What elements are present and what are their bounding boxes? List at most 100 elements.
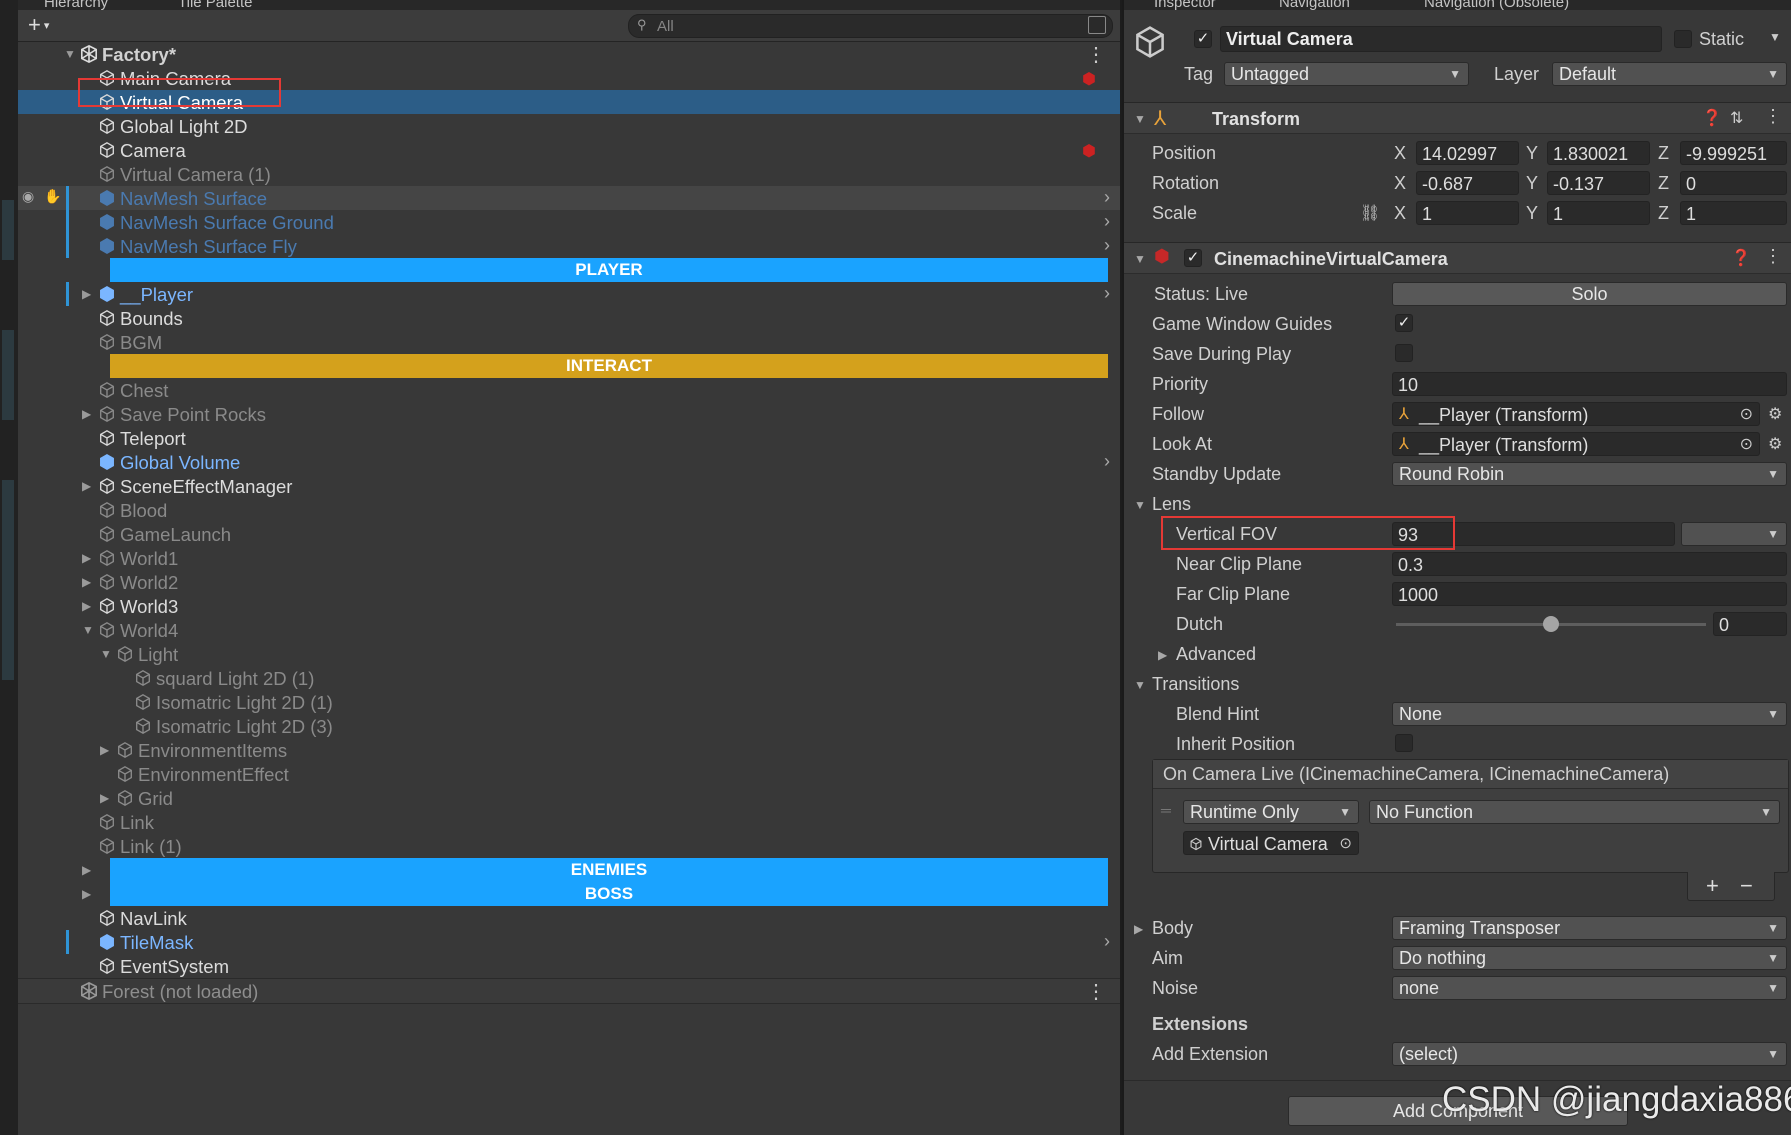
hierarchy-item[interactable]: Bounds bbox=[18, 306, 1120, 330]
hierarchy-item[interactable]: ▶ Grid bbox=[18, 786, 1120, 810]
hierarchy-item[interactable]: Global Volume › bbox=[18, 450, 1120, 474]
object-picker-icon[interactable]: ⊙ bbox=[1740, 433, 1753, 455]
game-window-guides-checkbox[interactable]: ✓ bbox=[1395, 314, 1413, 332]
collapse-arrow-icon[interactable]: ▼ bbox=[82, 623, 94, 637]
add-extension-dropdown[interactable]: (select) ▼ bbox=[1392, 1042, 1787, 1066]
expand-arrow-icon[interactable]: ▶ bbox=[82, 599, 91, 613]
tab-navigation-obsolete[interactable]: Navigation (Obsolete) bbox=[1424, 0, 1569, 10]
hierarchy-item[interactable]: Camera ⬢ bbox=[18, 138, 1120, 162]
save-during-play-checkbox[interactable] bbox=[1395, 344, 1413, 362]
layer-dropdown[interactable]: Default ▼ bbox=[1552, 62, 1787, 86]
far-clip-field[interactable]: 1000 bbox=[1392, 582, 1787, 606]
component-menu-icon[interactable]: ⋮ bbox=[1764, 106, 1782, 127]
scale-link-icon[interactable]: ⛓ bbox=[1360, 203, 1380, 223]
hierarchy-item[interactable]: EnvironmentEffect bbox=[18, 762, 1120, 786]
collapse-arrow-icon[interactable]: ▼ bbox=[1134, 252, 1146, 266]
hierarchy-item[interactable]: ▼ Light bbox=[18, 642, 1120, 666]
pickable-hand-icon[interactable]: ✋ bbox=[44, 188, 61, 205]
hierarchy-item[interactable]: ▶ World1 bbox=[18, 546, 1120, 570]
hierarchy-item[interactable]: ▼ World4 bbox=[18, 618, 1120, 642]
hierarchy-item[interactable]: Virtual Camera (1) bbox=[18, 162, 1120, 186]
advanced-label[interactable]: Advanced bbox=[1176, 644, 1256, 665]
body-dropdown[interactable]: Framing Transposer ▼ bbox=[1392, 916, 1787, 940]
tab-navigation[interactable]: Navigation bbox=[1279, 0, 1350, 10]
open-prefab-chevron-icon[interactable]: › bbox=[1104, 235, 1110, 256]
add-object-button[interactable]: + ▾ bbox=[28, 12, 49, 38]
expand-arrow-icon[interactable]: ▶ bbox=[82, 575, 91, 589]
scene-header-factory[interactable]: ▼ Factory* ⋮ bbox=[18, 42, 1120, 66]
hierarchy-search-input[interactable]: ⚲ All bbox=[628, 14, 1113, 38]
tab-tile-palette[interactable]: Tile Palette bbox=[178, 0, 252, 10]
scale-x-field[interactable]: 1 bbox=[1416, 201, 1519, 225]
separator-row[interactable]: ▶ ENEMIES bbox=[18, 858, 1120, 882]
standby-update-dropdown[interactable]: Round Robin ▼ bbox=[1392, 462, 1787, 486]
follow-field[interactable]: ⅄ __Player (Transform) ⊙ bbox=[1392, 402, 1760, 426]
separator-row[interactable]: INTERACT bbox=[18, 354, 1120, 378]
solo-button[interactable]: Solo bbox=[1392, 282, 1787, 306]
static-dropdown-icon[interactable]: ▼ bbox=[1769, 30, 1781, 44]
hierarchy-item[interactable]: Chest bbox=[18, 378, 1120, 402]
position-y-field[interactable]: 1.830021 bbox=[1547, 141, 1650, 165]
add-event-button[interactable]: + bbox=[1706, 873, 1719, 899]
hierarchy-item[interactable]: Isomatric Light 2D (3) bbox=[18, 714, 1120, 738]
help-icon[interactable]: ❓ bbox=[1702, 108, 1722, 128]
tab-inspector[interactable]: Inspector bbox=[1154, 0, 1216, 10]
hierarchy-item[interactable]: ▶ World2 bbox=[18, 570, 1120, 594]
hierarchy-item[interactable]: NavMesh Surface Fly › bbox=[18, 234, 1120, 258]
tab-hierarchy[interactable]: Hierarchy bbox=[44, 0, 108, 10]
body-label[interactable]: Body bbox=[1152, 918, 1193, 939]
position-z-field[interactable]: -9.999251 bbox=[1680, 141, 1787, 165]
open-prefab-chevron-icon[interactable]: › bbox=[1104, 283, 1110, 304]
expand-arrow-icon[interactable]: ▶ bbox=[82, 551, 91, 565]
hierarchy-item[interactable]: BGM bbox=[18, 330, 1120, 354]
dutch-field[interactable]: 0 bbox=[1713, 612, 1787, 636]
open-prefab-chevron-icon[interactable]: › bbox=[1104, 211, 1110, 232]
scene-menu-icon[interactable]: ⋮ bbox=[1086, 979, 1106, 1004]
object-picker-icon[interactable]: ⊙ bbox=[1740, 403, 1753, 425]
open-prefab-chevron-icon[interactable]: › bbox=[1104, 187, 1110, 208]
remove-event-button[interactable]: − bbox=[1740, 873, 1753, 899]
inherit-position-checkbox[interactable] bbox=[1395, 734, 1413, 752]
scale-y-field[interactable]: 1 bbox=[1547, 201, 1650, 225]
fov-preset-dropdown[interactable]: ▼ bbox=[1681, 522, 1787, 546]
object-picker-icon[interactable]: ⊙ bbox=[1339, 832, 1352, 854]
rotation-x-field[interactable]: -0.687 bbox=[1416, 171, 1519, 195]
lens-foldout-arrow-icon[interactable]: ▼ bbox=[1134, 498, 1146, 512]
collapse-arrow-icon[interactable]: ▼ bbox=[1134, 112, 1146, 126]
expand-arrow-icon[interactable]: ▶ bbox=[82, 863, 91, 877]
expand-arrow-icon[interactable]: ▶ bbox=[82, 407, 91, 421]
lens-label[interactable]: Lens bbox=[1152, 494, 1191, 515]
body-foldout-arrow-icon[interactable]: ▶ bbox=[1134, 922, 1143, 936]
hierarchy-item[interactable]: Link bbox=[18, 810, 1120, 834]
vcam-enabled-checkbox[interactable]: ✓ bbox=[1184, 249, 1202, 267]
open-prefab-chevron-icon[interactable]: › bbox=[1104, 451, 1110, 472]
static-checkbox[interactable] bbox=[1674, 30, 1692, 48]
help-icon[interactable]: ❓ bbox=[1731, 248, 1751, 268]
noise-dropdown[interactable]: none ▼ bbox=[1392, 976, 1787, 1000]
gear-icon[interactable]: ⚙ bbox=[1768, 404, 1782, 424]
scene-header-forest[interactable]: Forest (not loaded) ⋮ bbox=[18, 978, 1120, 1004]
hierarchy-item[interactable]: Blood bbox=[18, 498, 1120, 522]
expand-arrow-icon[interactable]: ▶ bbox=[82, 887, 91, 901]
hierarchy-item[interactable]: Global Light 2D bbox=[18, 114, 1120, 138]
preset-icon[interactable]: ⇅ bbox=[1730, 108, 1743, 128]
aim-dropdown[interactable]: Do nothing ▼ bbox=[1392, 946, 1787, 970]
hierarchy-item[interactable]: squard Light 2D (1) bbox=[18, 666, 1120, 690]
transitions-label[interactable]: Transitions bbox=[1152, 674, 1239, 695]
expand-arrow-icon[interactable]: ▶ bbox=[100, 743, 109, 757]
hierarchy-item[interactable]: NavMesh Surface Ground › bbox=[18, 210, 1120, 234]
tag-dropdown[interactable]: Untagged ▼ bbox=[1224, 62, 1469, 86]
expand-arrow-icon[interactable]: ▶ bbox=[100, 791, 109, 805]
scene-menu-icon[interactable]: ⋮ bbox=[1086, 42, 1106, 67]
hierarchy-item[interactable]: NavLink bbox=[18, 906, 1120, 930]
collapse-arrow-icon[interactable]: ▼ bbox=[64, 47, 76, 61]
runtime-mode-dropdown[interactable]: Runtime Only ▼ bbox=[1183, 800, 1359, 824]
blend-hint-dropdown[interactable]: None ▼ bbox=[1392, 702, 1787, 726]
look-at-field[interactable]: ⅄ __Player (Transform) ⊙ bbox=[1392, 432, 1760, 456]
expand-arrow-icon[interactable]: ▶ bbox=[82, 287, 91, 301]
drag-handle-icon[interactable]: ═ bbox=[1161, 802, 1171, 818]
hierarchy-item[interactable]: Teleport bbox=[18, 426, 1120, 450]
hierarchy-item[interactable]: EventSystem bbox=[18, 954, 1120, 978]
component-menu-icon[interactable]: ⋮ bbox=[1764, 246, 1782, 267]
transitions-foldout-arrow-icon[interactable]: ▼ bbox=[1134, 678, 1146, 692]
